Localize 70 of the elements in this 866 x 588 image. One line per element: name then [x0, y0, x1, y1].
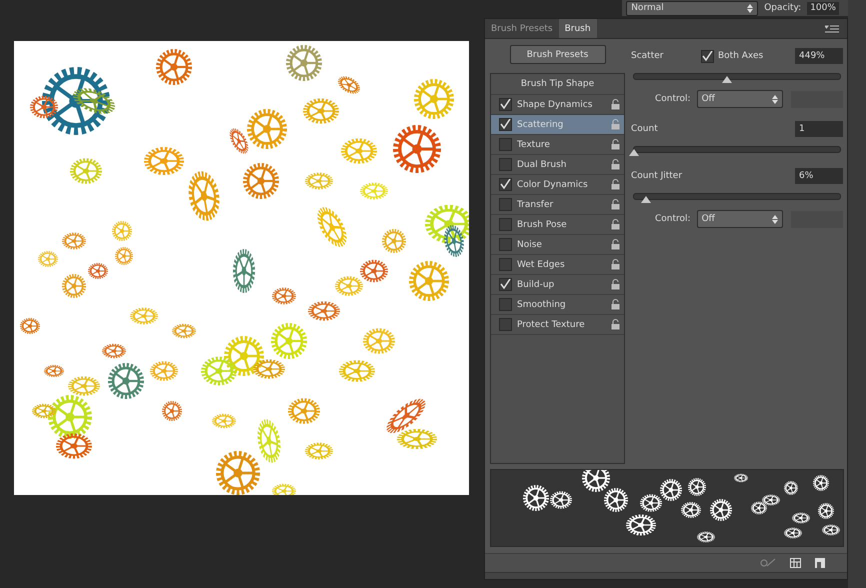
- option-label: Color Dynamics: [517, 180, 589, 190]
- setting-label: Count Jitter: [631, 171, 682, 182]
- option-label: Shape Dynamics: [517, 100, 594, 110]
- opacity-label: Opacity:: [764, 3, 802, 13]
- value-field[interactable]: 6%: [795, 168, 843, 184]
- new-page-icon[interactable]: [815, 558, 825, 568]
- updown-arrow-icon: [772, 94, 778, 104]
- brush-presets-button[interactable]: Brush Presets: [510, 45, 606, 64]
- option-label: Scattering: [517, 120, 564, 130]
- slider-thumb[interactable]: [722, 76, 732, 84]
- lock-icon: [611, 219, 620, 230]
- brush-option-row[interactable]: Color Dynamics: [491, 175, 624, 196]
- panel-tab[interactable]: Brush: [558, 19, 597, 38]
- list-header[interactable]: Brush Tip Shape: [491, 74, 624, 96]
- brush-option-row[interactable]: Texture: [491, 135, 624, 156]
- brush-option-row[interactable]: Smoothing: [491, 295, 624, 316]
- checkbox[interactable]: [499, 218, 512, 232]
- setting-label: Scatter: [631, 51, 664, 62]
- updown-arrow-icon: [747, 4, 754, 12]
- blend-mode-dropdown[interactable]: Normal: [626, 0, 758, 16]
- lock-icon: [611, 119, 620, 130]
- option-label: Protect Texture: [517, 320, 586, 330]
- checkbox[interactable]: [499, 298, 512, 312]
- lock-icon: [611, 259, 620, 270]
- brush-option-row[interactable]: Brush Pose: [491, 215, 624, 236]
- checkbox[interactable]: [499, 258, 512, 272]
- control-dropdown[interactable]: Off: [696, 90, 783, 108]
- slider-thumb[interactable]: [641, 196, 652, 204]
- brush-option-row[interactable]: Dual Brush: [491, 155, 624, 176]
- slider-thumb[interactable]: [629, 149, 639, 156]
- resize-grip[interactable]: [485, 572, 847, 580]
- option-label: Noise: [517, 240, 543, 250]
- brush-option-row[interactable]: Build-up: [491, 275, 624, 296]
- checkbox[interactable]: [499, 318, 512, 332]
- setting-label: Count: [631, 124, 658, 134]
- checkbox[interactable]: [499, 138, 512, 152]
- checkbox[interactable]: [499, 158, 512, 172]
- value-field[interactable]: 449%: [795, 48, 843, 64]
- lock-icon: [611, 279, 620, 290]
- lock-icon: [611, 299, 620, 310]
- brush-option-row[interactable]: Scattering: [491, 115, 624, 136]
- brush-option-row[interactable]: Protect Texture: [491, 315, 624, 336]
- checkbox[interactable]: [499, 238, 512, 252]
- lock-icon: [611, 179, 620, 190]
- option-label: Brush Pose: [517, 220, 568, 230]
- lock-icon: [611, 239, 620, 250]
- lock-icon: [611, 199, 620, 210]
- brush-option-row[interactable]: Wet Edges: [491, 255, 624, 276]
- checkbox[interactable]: [499, 198, 512, 212]
- lock-icon: [611, 99, 620, 110]
- option-label: Smoothing: [517, 300, 567, 310]
- updown-arrow-icon: [772, 214, 778, 224]
- brush-option-row[interactable]: Noise: [491, 235, 624, 256]
- option-label: Build-up: [517, 280, 556, 290]
- control-dropdown[interactable]: Off: [696, 210, 783, 228]
- lock-icon: [611, 159, 620, 170]
- option-label: Dual Brush: [517, 160, 568, 170]
- lock-icon: [611, 139, 620, 150]
- grid-icon[interactable]: [790, 558, 801, 568]
- option-label: Texture: [517, 140, 551, 150]
- brush-option-row[interactable]: Transfer: [491, 195, 624, 216]
- control-label: Control:: [655, 214, 691, 224]
- opacity-field[interactable]: 100%: [807, 2, 839, 14]
- option-label: Wet Edges: [517, 260, 566, 270]
- value-field[interactable]: 1: [795, 121, 843, 138]
- control-label: Control:: [655, 94, 691, 104]
- menu-icon[interactable]: [825, 24, 839, 33]
- checkbox-label: Both Axes: [718, 51, 764, 62]
- option-label: Transfer: [517, 200, 554, 210]
- lock-icon: [611, 319, 620, 330]
